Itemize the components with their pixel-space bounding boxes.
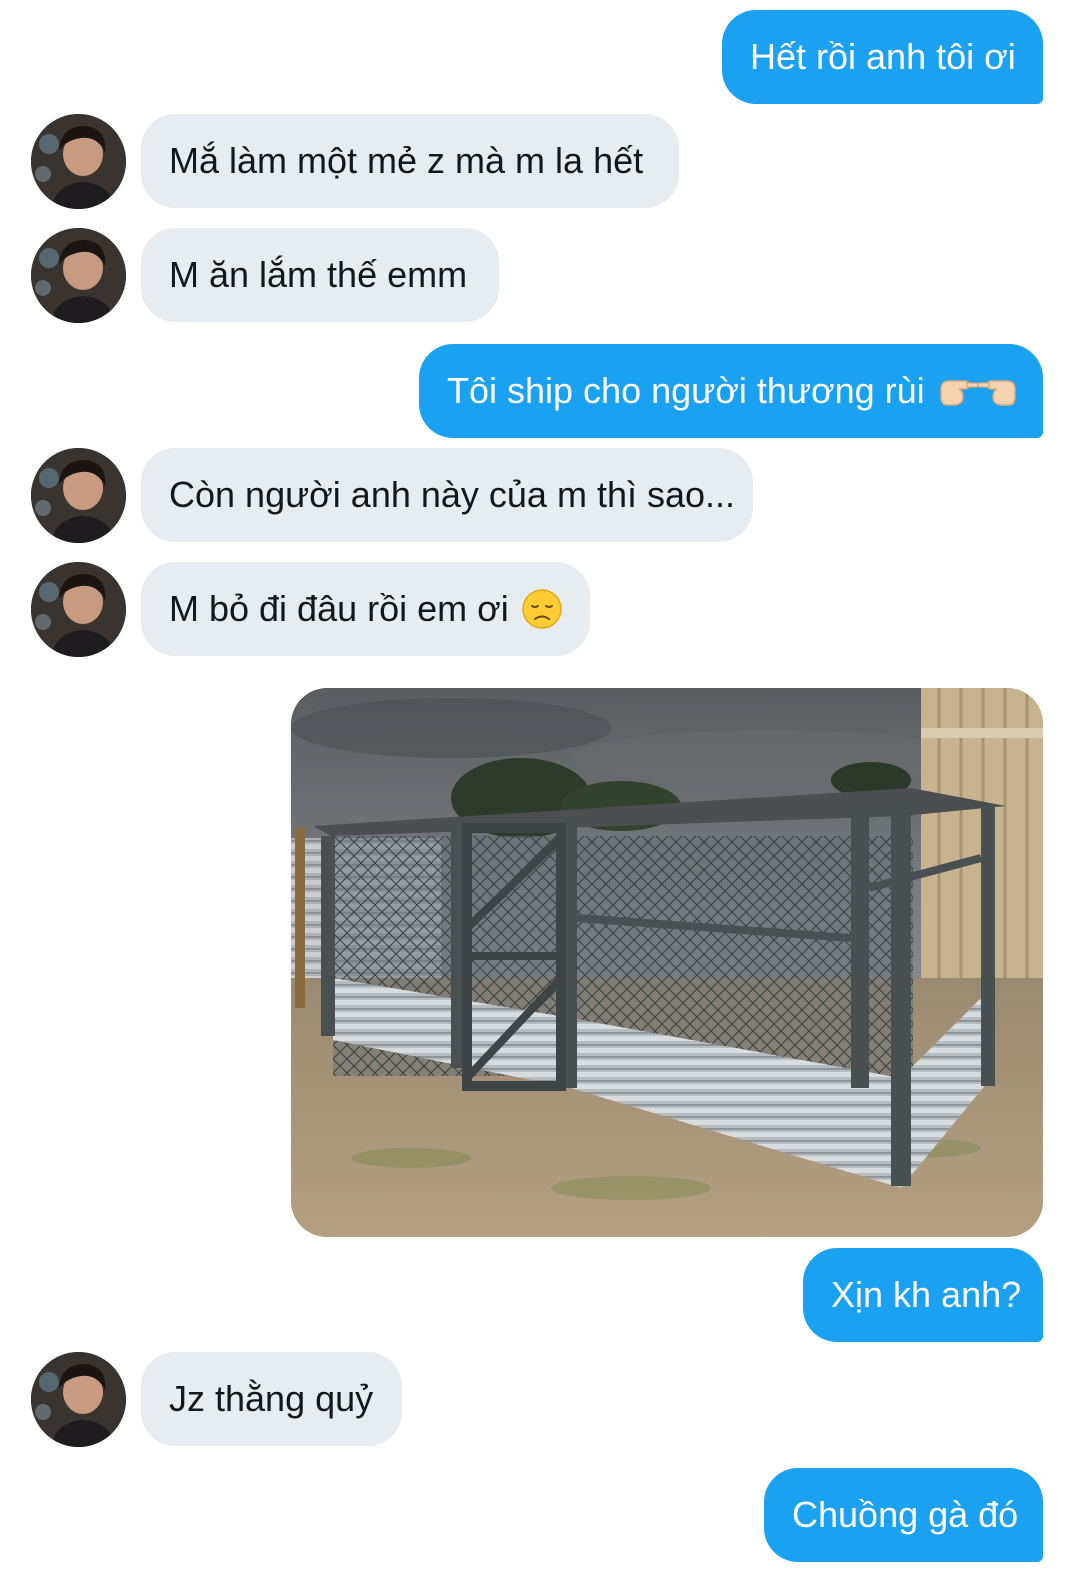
message-text: Jz thằng quỷ (169, 1378, 374, 1419)
conversation-thread: Hết rồi anh tôi ơi Mắ làm một mẻ z mà m … (0, 0, 1071, 1577)
message-bubble-incoming[interactable]: Mắ làm một mẻ z mà m la hết (141, 114, 679, 208)
avatar[interactable] (31, 228, 126, 323)
message-bubble-outgoing[interactable]: Xịn kh anh? (803, 1248, 1043, 1342)
pointing-hands-icon (937, 371, 1019, 411)
message-text: Còn người anh này của m thì sao... (169, 474, 736, 515)
message-text: M bỏ đi đâu rồi em ơi (169, 588, 509, 629)
message-text: Tôi ship cho người thương rùi (447, 370, 925, 411)
avatar[interactable] (31, 562, 126, 657)
message-text: Xịn kh anh? (831, 1274, 1022, 1315)
message-text: M ăn lắm thế emm (169, 254, 468, 295)
message-text: Chuồng gà đó (792, 1494, 1019, 1535)
chicken-coop-photo[interactable] (291, 688, 1043, 1237)
message-bubble-incoming[interactable]: M ăn lắm thế emm (141, 228, 499, 322)
avatar[interactable] (31, 1352, 126, 1447)
message-text: Hết rồi anh tôi ơi (750, 36, 1016, 77)
message-bubble-incoming[interactable]: Còn người anh này của m thì sao... (141, 448, 753, 542)
message-text: Mắ làm một mẻ z mà m la hết (169, 140, 644, 181)
avatar[interactable] (31, 114, 126, 209)
message-bubble-incoming[interactable]: M bỏ đi đâu rồi em ơi (141, 562, 590, 656)
message-bubble-incoming[interactable]: Jz thằng quỷ (141, 1352, 402, 1446)
disappointed-face-icon (521, 588, 563, 630)
message-bubble-outgoing[interactable]: Tôi ship cho người thương rùi (419, 344, 1043, 438)
message-bubble-outgoing[interactable]: Hết rồi anh tôi ơi (722, 10, 1043, 104)
avatar[interactable] (31, 448, 126, 543)
message-bubble-outgoing[interactable]: Chuồng gà đó (764, 1468, 1043, 1562)
